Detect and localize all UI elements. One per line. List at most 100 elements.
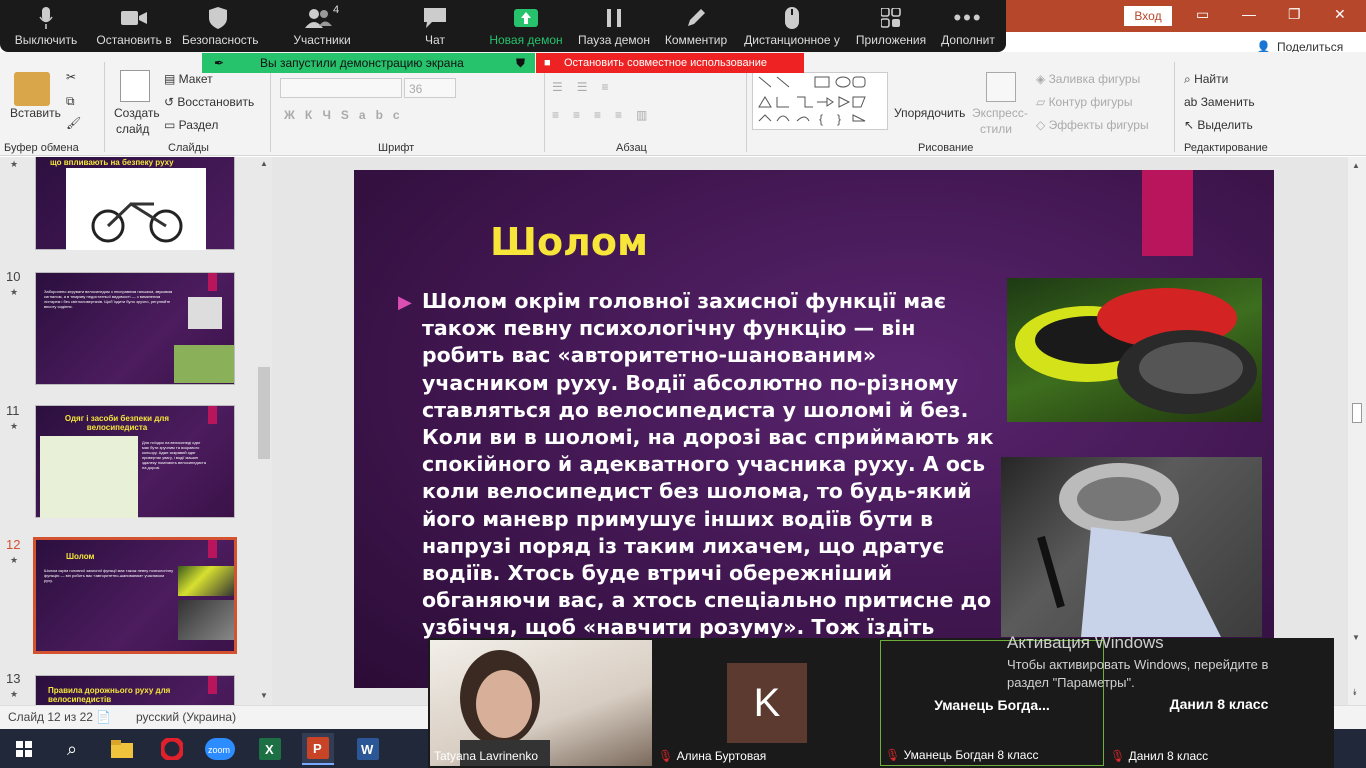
font-name-field[interactable] — [280, 78, 402, 98]
copy-icon[interactable]: ⧉ — [66, 94, 75, 109]
slide-title[interactable]: Шолом — [490, 220, 648, 264]
svg-text:W: W — [361, 742, 374, 757]
sign-in-button[interactable]: Вход — [1124, 6, 1172, 26]
chat-button[interactable]: Чат — [405, 0, 465, 52]
thumbnail-slide-9[interactable]: що впливають на безпеку руху — [35, 157, 235, 250]
thumbnail-slide-12-selected[interactable]: Шолом Шолом окрім головної захисної функ… — [33, 537, 237, 654]
pause-share-button[interactable]: Пауза демон — [574, 0, 654, 52]
star-icon: ★ — [10, 421, 19, 431]
pause-icon — [574, 6, 654, 30]
security-label: Безопасность — [182, 33, 259, 47]
font-format-buttons[interactable]: ЖКЧSabc — [284, 108, 410, 122]
paste-button[interactable]: Вставить — [10, 106, 61, 120]
zoom-app-icon[interactable]: zoom — [204, 733, 236, 765]
remote-control-label: Дистанционное у — [744, 33, 840, 47]
scroll-up-icon[interactable]: ▲ — [260, 159, 268, 168]
stop-icon: ■ — [544, 57, 551, 69]
cut-icon[interactable]: ✂ — [66, 70, 76, 84]
pause-share-label: Пауза демон — [578, 33, 650, 47]
remote-control-button[interactable]: Дистанционное у — [740, 0, 844, 52]
quick-styles-button[interactable]: Экспресс- — [972, 106, 1028, 120]
more-icon: ••• — [953, 5, 983, 30]
slides-group-label: Слайды — [168, 142, 209, 154]
shape-effects-button[interactable]: Эффекты фигуры — [1049, 118, 1149, 132]
thumbnail-photo — [174, 345, 234, 383]
video-tile[interactable]: K 🎙 Алина Буртовая — [654, 640, 878, 766]
thumbnail-diagram — [40, 436, 138, 518]
next-slide-icon[interactable]: ⯯ — [1352, 687, 1357, 698]
cyclist-helmet-photo[interactable] — [1001, 457, 1262, 637]
arrange-button[interactable]: Упорядочить — [894, 106, 965, 120]
participant-display-name: Уманець Богда... — [934, 697, 1050, 713]
security-button[interactable]: Безопасность — [182, 0, 259, 52]
slide-body-text[interactable]: Шолом окрім головної захисної функції ма… — [422, 288, 1002, 640]
paste-icon — [14, 72, 50, 106]
format-painter-icon[interactable]: 🖌 — [66, 116, 81, 130]
mute-button[interactable]: Выключить — [6, 0, 86, 52]
powerpoint-icon[interactable]: P — [302, 733, 334, 765]
more-button[interactable]: ••• Дополнит — [936, 0, 1000, 52]
ribbon-display-icon[interactable]: ▭ — [1196, 6, 1209, 23]
effects-icon: ◇ — [1036, 118, 1049, 132]
thumbnail-slide-10[interactable]: Заборонено керувати велосипедом з неспра… — [35, 272, 235, 385]
apps-button[interactable]: Приложения — [852, 0, 930, 52]
remote-control-icon — [740, 6, 844, 30]
thumbnail-number: 11 — [6, 403, 20, 418]
new-slide-button-2[interactable]: слайд — [116, 122, 149, 136]
thumbnails-scrollbar[interactable]: ▲ ▼ — [256, 157, 272, 705]
scroll-down-icon[interactable]: ▼ — [1352, 633, 1360, 642]
new-slide-icon — [120, 70, 150, 102]
minimize-icon[interactable]: — — [1242, 6, 1256, 22]
drawing-group-label: Рисование — [918, 142, 974, 154]
slide[interactable]: Шолом ▶ Шолом окрім головної захисної фу… — [354, 170, 1274, 688]
canvas-scrollbar[interactable]: ▲ ▼ ⯯ — [1348, 157, 1366, 705]
participants-button[interactable]: 4 Участники — [288, 0, 356, 52]
shape-outline-button[interactable]: Контур фигуры — [1049, 95, 1133, 109]
opera-icon[interactable] — [156, 733, 188, 765]
replace-button[interactable]: Заменить — [1201, 95, 1255, 109]
participant-name: Tatyana Lavrinenko — [434, 749, 539, 763]
new-share-button[interactable]: Новая демон — [484, 0, 568, 52]
annotate-button[interactable]: Комментир — [660, 0, 732, 52]
shape-fill-button[interactable]: Заливка фигуры — [1049, 72, 1141, 86]
maximize-icon[interactable]: ❐ — [1288, 6, 1301, 23]
language-indicator[interactable]: русский (Украина) — [136, 710, 236, 724]
search-icon[interactable]: ⌕ — [56, 733, 88, 765]
helmets-photo[interactable] — [1007, 278, 1262, 422]
muted-mic-icon: 🎙 — [885, 748, 904, 762]
reset-button[interactable]: Восстановить — [177, 95, 254, 109]
stop-video-button[interactable]: Остановить в — [92, 0, 176, 52]
scroll-thumb[interactable] — [258, 367, 270, 459]
video-tile[interactable]: Tatyana Lavrinenko — [430, 640, 652, 766]
scroll-thumb[interactable] — [1352, 403, 1362, 423]
align-buttons[interactable]: ≡≡≡≡▥ — [552, 108, 661, 122]
muted-mic-icon: 🎙 — [1110, 749, 1129, 763]
thumbnail-slide-11[interactable]: Одяг і засоби безпеки для велосипедиста … — [35, 405, 235, 518]
section-button[interactable]: Раздел — [179, 118, 219, 132]
scroll-down-icon[interactable]: ▼ — [260, 691, 268, 700]
windows-start-icon[interactable] — [8, 733, 40, 765]
layout-button[interactable]: Макет — [179, 72, 213, 86]
spellcheck-icon[interactable]: 📄 — [96, 710, 111, 724]
accent-bar — [208, 540, 217, 558]
excel-icon[interactable]: X — [254, 733, 286, 765]
file-explorer-icon[interactable] — [106, 733, 138, 765]
accent-bar — [208, 273, 217, 291]
stop-share-button[interactable]: ■ Остановить совместное использование — [536, 53, 804, 73]
quick-styles-button-2[interactable]: стили — [980, 122, 1012, 136]
scroll-up-icon[interactable]: ▲ — [1352, 161, 1360, 170]
list-buttons[interactable]: ☰☰≡ — [552, 80, 623, 94]
thumbnail-number: 13 — [6, 671, 21, 686]
apps-label: Приложения — [855, 33, 927, 47]
font-size-field[interactable]: 36 — [404, 78, 456, 98]
editing-group-label: Редактирование — [1184, 142, 1268, 154]
word-icon[interactable]: W — [352, 733, 384, 765]
find-button[interactable]: Найти — [1194, 72, 1228, 86]
shapes-gallery[interactable]: {} — [752, 72, 888, 130]
select-button[interactable]: Выделить — [1197, 118, 1252, 132]
new-slide-button[interactable]: Создать — [114, 106, 160, 120]
stop-share-label: Остановить совместное использование — [564, 57, 767, 69]
shield-icon — [182, 6, 254, 30]
thumbnail-slide-13[interactable]: Правила дорожнього руху для велосипедист… — [35, 675, 235, 705]
close-icon[interactable]: ✕ — [1334, 6, 1346, 23]
